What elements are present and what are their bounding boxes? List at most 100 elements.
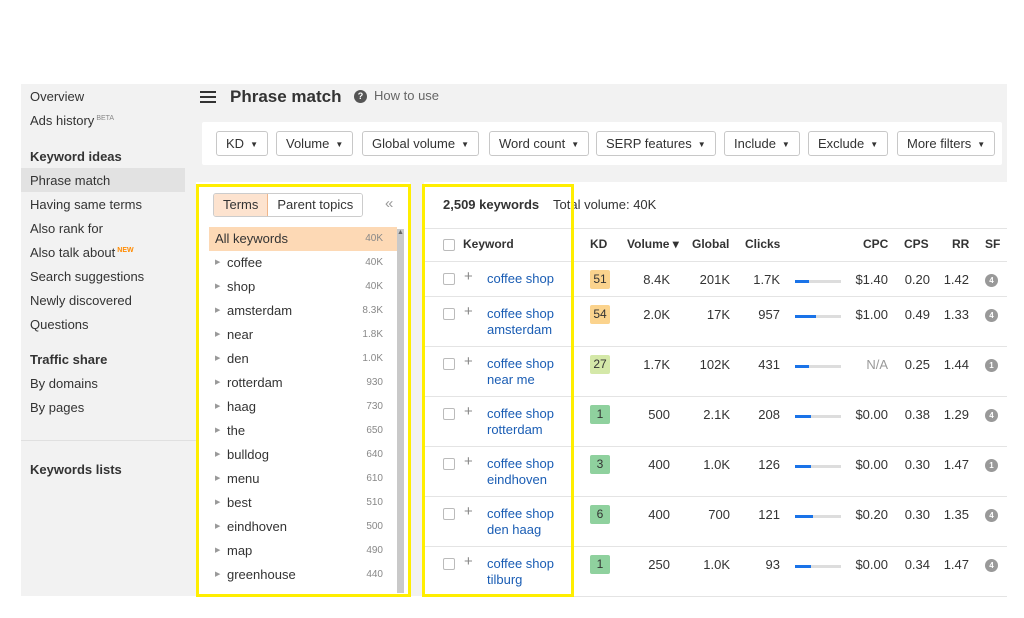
- clicks-value: 126: [758, 457, 780, 472]
- cps-value: 0.38: [904, 407, 930, 422]
- column-header-rr[interactable]: RR: [952, 237, 969, 251]
- sidebar-item-ads-history[interactable]: Ads history BETA: [30, 113, 114, 128]
- caret-down-icon: ▼: [870, 140, 879, 149]
- serp-features-icon[interactable]: 4: [985, 409, 998, 422]
- serp-features-icon[interactable]: 4: [985, 309, 998, 322]
- cps-value: 0.30: [904, 457, 930, 472]
- clicks-bar: [795, 415, 841, 418]
- serp-features-icon[interactable]: 1: [985, 359, 998, 372]
- sidebar-item-newly-discovered[interactable]: Newly discovered: [30, 293, 132, 308]
- clicks-bar-fill: [795, 315, 816, 318]
- filter-volume-button[interactable]: Volume ▼: [276, 131, 354, 156]
- sidebar-item-label: Also talk about: [30, 245, 116, 260]
- rr-value: 1.33: [943, 307, 969, 322]
- column-header-cps[interactable]: CPS: [904, 237, 929, 251]
- clicks-bar-fill: [795, 280, 809, 283]
- rr-value: 1.47: [943, 557, 969, 572]
- serp-features-icon[interactable]: 4: [985, 274, 998, 287]
- global-volume-value: 1.0K: [703, 557, 730, 572]
- cpc-value: $1.40: [855, 272, 888, 287]
- sidebar-item-questions[interactable]: Questions: [30, 317, 89, 332]
- serp-features-icon[interactable]: 4: [985, 509, 998, 522]
- volume-value: 250: [648, 557, 670, 572]
- cpc-value: N/A: [866, 357, 888, 372]
- sidebar-item-also-talk-about[interactable]: Also talk about NEW: [30, 245, 134, 260]
- volume-value: 1.7K: [643, 357, 670, 372]
- clicks-bar-fill: [795, 415, 812, 418]
- clicks-bar: [795, 465, 841, 468]
- sidebar-item-overview[interactable]: Overview: [30, 89, 84, 104]
- kd-badge: 27: [590, 355, 610, 374]
- filter-bar: KD ▼ Volume ▼ Global volume ▼ Word count ▼ S…: [196, 118, 1007, 168]
- kd-badge: 54: [590, 305, 610, 324]
- sidebar-item-search-suggestions[interactable]: Search suggestions: [30, 269, 144, 284]
- filter-more-filters-button[interactable]: More filters ▼: [897, 131, 996, 156]
- kd-badge: 51: [590, 270, 610, 289]
- sidebar-item-keywords-lists[interactable]: Keywords lists: [30, 462, 122, 477]
- filter-kd-button[interactable]: KD ▼: [216, 131, 268, 156]
- section-traffic-share: Traffic share: [30, 352, 108, 367]
- global-volume-value: 700: [708, 507, 730, 522]
- clicks-bar: [795, 515, 841, 518]
- sidebar-item-by-pages[interactable]: By pages: [30, 400, 84, 415]
- kd-badge: 1: [590, 405, 610, 424]
- kd-badge: 3: [590, 455, 610, 474]
- rr-value: 1.29: [943, 407, 969, 422]
- column-header-global[interactable]: Global: [692, 237, 729, 251]
- filter-serp-features-button[interactable]: SERP features ▼: [596, 131, 716, 156]
- cps-value: 0.25: [904, 357, 930, 372]
- cps-value: 0.20: [904, 272, 930, 287]
- clicks-bar: [795, 280, 841, 283]
- page-title: Phrase match: [230, 87, 342, 106]
- kd-badge: 1: [590, 555, 610, 574]
- filter-global-volume-button[interactable]: Global volume ▼: [362, 131, 480, 156]
- clicks-bar-fill: [795, 565, 812, 568]
- caret-down-icon: ▼: [697, 140, 706, 149]
- serp-features-icon[interactable]: 4: [985, 559, 998, 572]
- new-badge: NEW: [117, 246, 134, 254]
- clicks-value: 208: [758, 407, 780, 422]
- caret-down-icon: ▼: [977, 140, 986, 149]
- sidebar: Overview Ads history BETA Keyword ideas P…: [21, 84, 196, 596]
- cpc-value: $0.20: [855, 507, 888, 522]
- highlight-box-terms: [196, 184, 411, 597]
- caret-down-icon: ▼: [571, 140, 580, 149]
- clicks-bar-fill: [795, 515, 814, 518]
- column-header-volume[interactable]: Volume ▾: [627, 237, 679, 251]
- help-icon[interactable]: ?: [354, 90, 367, 103]
- global-volume-value: 2.1K: [703, 407, 730, 422]
- column-header-clicks[interactable]: Clicks: [745, 237, 780, 251]
- sidebar-item-label: Ads history: [30, 113, 95, 128]
- volume-value: 400: [648, 507, 670, 522]
- clicks-bar-fill: [795, 465, 812, 468]
- volume-value: 500: [648, 407, 670, 422]
- cpc-value: $0.00: [855, 457, 888, 472]
- column-header-kd[interactable]: KD: [590, 237, 607, 251]
- clicks-bar: [795, 315, 841, 318]
- column-header-cpc[interactable]: CPC: [863, 237, 888, 251]
- filter-exclude-button[interactable]: Exclude ▼: [808, 131, 889, 156]
- caret-down-icon: ▼: [461, 140, 470, 149]
- volume-value: 2.0K: [643, 307, 670, 322]
- filter-word-count-button[interactable]: Word count ▼: [489, 131, 590, 156]
- volume-value: 8.4K: [643, 272, 670, 287]
- sidebar-item-phrase-match[interactable]: Phrase match: [30, 173, 110, 188]
- sidebar-item-label: Overview: [30, 89, 85, 104]
- clicks-value: 93: [765, 557, 780, 572]
- cpc-value: $0.00: [855, 407, 888, 422]
- filter-bar-inner: KD ▼ Volume ▼ Global volume ▼ Word count ▼ S…: [202, 122, 1002, 165]
- filter-include-button[interactable]: Include ▼: [724, 131, 800, 156]
- cpc-value: $1.00: [855, 307, 888, 322]
- serp-features-icon[interactable]: 1: [985, 459, 998, 472]
- cps-value: 0.34: [904, 557, 930, 572]
- cpc-value: $0.00: [855, 557, 888, 572]
- column-header-sf[interactable]: SF: [985, 237, 1000, 251]
- sidebar-item-by-domains[interactable]: By domains: [30, 376, 98, 391]
- sidebar-item-having-same-terms[interactable]: Having same terms: [30, 197, 142, 212]
- menu-icon[interactable]: [200, 91, 216, 103]
- global-volume-value: 1.0K: [703, 457, 730, 472]
- global-volume-value: 102K: [699, 357, 730, 372]
- volume-value: 400: [648, 457, 670, 472]
- how-to-use-link[interactable]: How to use: [374, 88, 439, 103]
- sidebar-item-also-rank-for[interactable]: Also rank for: [30, 221, 103, 236]
